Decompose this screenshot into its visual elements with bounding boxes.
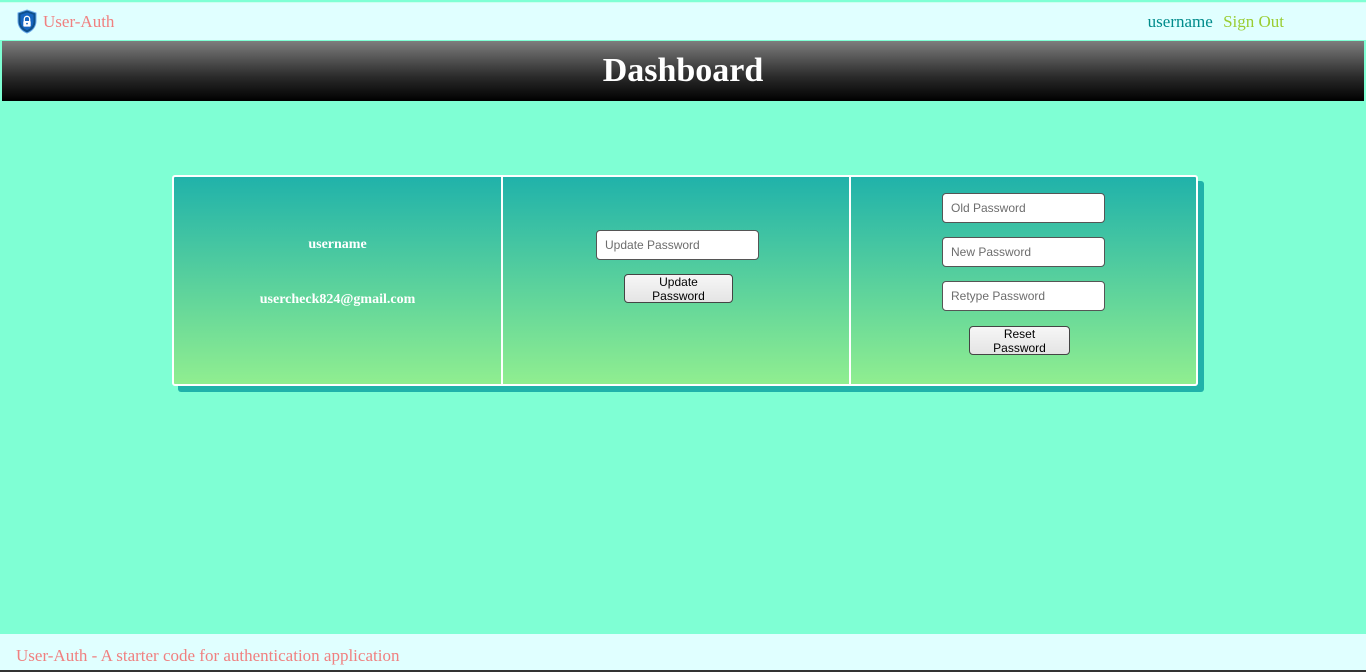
brand-link[interactable]: User-Auth [17, 9, 114, 34]
profile-email: usercheck824@gmail.com [259, 292, 416, 307]
update-password-input[interactable] [596, 230, 759, 260]
update-password-panel: Update Password [503, 177, 851, 384]
page-title: Dashboard [602, 52, 764, 89]
profile-username: username [308, 237, 367, 252]
page-header: Dashboard [2, 41, 1364, 101]
nav-user-menu: username Sign Out [1148, 12, 1284, 32]
nav-username: username [1147, 12, 1213, 31]
old-password-input[interactable] [942, 193, 1105, 223]
retype-password-input[interactable] [942, 281, 1105, 311]
profile-panel: username usercheck824@gmail.com [174, 177, 503, 384]
brand-name: User-Auth [43, 11, 115, 31]
new-password-input[interactable] [942, 237, 1105, 267]
reset-password-panel: Reset Password [851, 177, 1196, 384]
footer-text: User-Auth - A starter code for authentic… [16, 646, 400, 665]
reset-password-button[interactable]: Reset Password [969, 326, 1070, 355]
page-footer: User-Auth - A starter code for authentic… [0, 634, 1366, 670]
dashboard-card: username usercheck824@gmail.com Update P… [172, 175, 1198, 386]
top-navbar: User-Auth username Sign Out [0, 2, 1366, 40]
sign-out-link[interactable]: Sign Out [1223, 12, 1284, 31]
lock-shield-icon [17, 9, 37, 34]
update-password-button[interactable]: Update Password [624, 274, 733, 303]
